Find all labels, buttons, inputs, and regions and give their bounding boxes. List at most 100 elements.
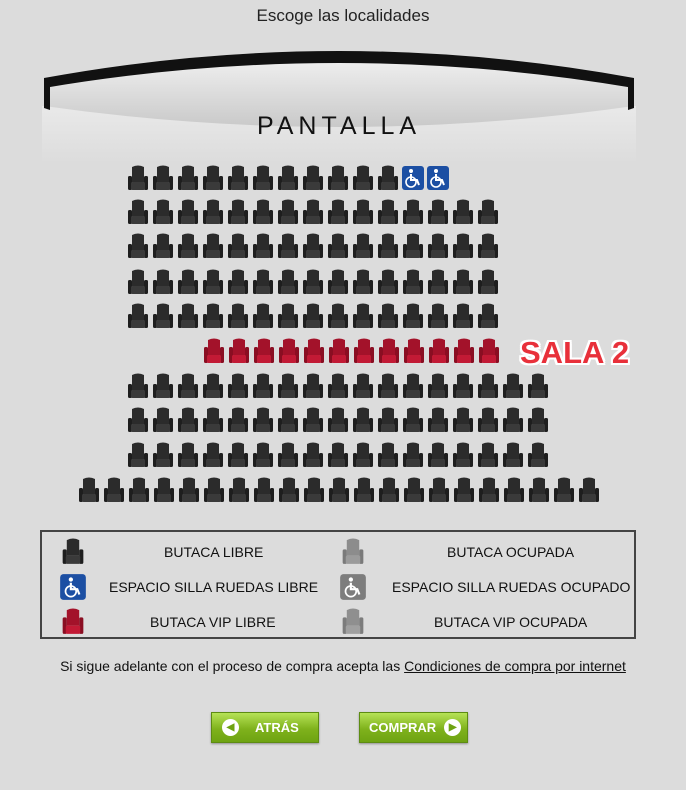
vip-seat[interactable] [403, 337, 425, 366]
seat[interactable] [203, 476, 225, 505]
seat[interactable] [327, 232, 349, 261]
seat[interactable] [427, 372, 449, 401]
seat[interactable] [252, 232, 274, 261]
vip-seat[interactable] [428, 337, 450, 366]
seat[interactable] [202, 198, 224, 227]
seat[interactable] [503, 476, 525, 505]
seat[interactable] [127, 268, 149, 297]
seat[interactable] [227, 232, 249, 261]
seat[interactable] [227, 302, 249, 331]
seat[interactable] [302, 232, 324, 261]
seat[interactable] [152, 232, 174, 261]
seat[interactable] [303, 476, 325, 505]
seat[interactable] [502, 372, 524, 401]
seat[interactable] [327, 441, 349, 470]
seat[interactable] [152, 198, 174, 227]
seat[interactable] [177, 406, 199, 435]
seat[interactable] [177, 441, 199, 470]
seat[interactable] [427, 406, 449, 435]
seat[interactable] [477, 372, 499, 401]
seat[interactable] [302, 441, 324, 470]
seat[interactable] [152, 441, 174, 470]
vip-seat[interactable] [203, 337, 225, 366]
seat[interactable] [377, 406, 399, 435]
seat[interactable] [452, 268, 474, 297]
vip-seat[interactable] [253, 337, 275, 366]
seat[interactable] [377, 164, 399, 193]
seat[interactable] [502, 441, 524, 470]
seat[interactable] [202, 406, 224, 435]
seat[interactable] [252, 268, 274, 297]
seat[interactable] [427, 198, 449, 227]
seat[interactable] [327, 372, 349, 401]
seat[interactable] [327, 406, 349, 435]
seat[interactable] [127, 164, 149, 193]
seat[interactable] [152, 164, 174, 193]
seat[interactable] [252, 441, 274, 470]
wheelchair-space[interactable] [427, 164, 449, 193]
seat[interactable] [377, 232, 399, 261]
seat[interactable] [352, 268, 374, 297]
seat[interactable] [527, 372, 549, 401]
seat[interactable] [377, 441, 399, 470]
seat[interactable] [477, 232, 499, 261]
seat[interactable] [177, 164, 199, 193]
seat[interactable] [477, 268, 499, 297]
seat[interactable] [127, 406, 149, 435]
seat[interactable] [427, 268, 449, 297]
seat[interactable] [302, 268, 324, 297]
seat[interactable] [402, 198, 424, 227]
seat[interactable] [402, 372, 424, 401]
seat[interactable] [477, 441, 499, 470]
seat[interactable] [352, 372, 374, 401]
seat[interactable] [502, 406, 524, 435]
seat[interactable] [402, 441, 424, 470]
seat[interactable] [128, 476, 150, 505]
seat[interactable] [278, 476, 300, 505]
seat[interactable] [227, 406, 249, 435]
seat[interactable] [202, 164, 224, 193]
seat[interactable] [327, 268, 349, 297]
seat[interactable] [377, 268, 399, 297]
seat[interactable] [227, 268, 249, 297]
seat[interactable] [153, 476, 175, 505]
seat[interactable] [403, 476, 425, 505]
seat[interactable] [377, 198, 399, 227]
seat[interactable] [452, 232, 474, 261]
seat[interactable] [127, 232, 149, 261]
seat[interactable] [277, 268, 299, 297]
seat[interactable] [527, 441, 549, 470]
seat[interactable] [177, 198, 199, 227]
vip-seat[interactable] [478, 337, 500, 366]
seat[interactable] [227, 441, 249, 470]
seat[interactable] [327, 302, 349, 331]
seat[interactable] [103, 476, 125, 505]
seat[interactable] [453, 476, 475, 505]
seat[interactable] [352, 232, 374, 261]
seat[interactable] [277, 372, 299, 401]
seat[interactable] [78, 476, 100, 505]
seat[interactable] [302, 406, 324, 435]
seat[interactable] [527, 406, 549, 435]
seat[interactable] [402, 232, 424, 261]
seat[interactable] [352, 441, 374, 470]
back-button[interactable]: ◀ ATRÁS [211, 712, 319, 743]
seat[interactable] [428, 476, 450, 505]
seat[interactable] [127, 372, 149, 401]
seat[interactable] [452, 406, 474, 435]
seat[interactable] [328, 476, 350, 505]
seat[interactable] [377, 302, 399, 331]
seat[interactable] [277, 406, 299, 435]
seat[interactable] [302, 302, 324, 331]
seat[interactable] [477, 406, 499, 435]
wheelchair-space[interactable] [402, 164, 424, 193]
seat[interactable] [252, 406, 274, 435]
seat[interactable] [152, 406, 174, 435]
seat[interactable] [252, 164, 274, 193]
seat[interactable] [227, 372, 249, 401]
seat[interactable] [377, 372, 399, 401]
seat[interactable] [402, 268, 424, 297]
seat[interactable] [152, 302, 174, 331]
vip-seat[interactable] [453, 337, 475, 366]
terms-link[interactable]: Condiciones de compra por internet [404, 658, 626, 674]
